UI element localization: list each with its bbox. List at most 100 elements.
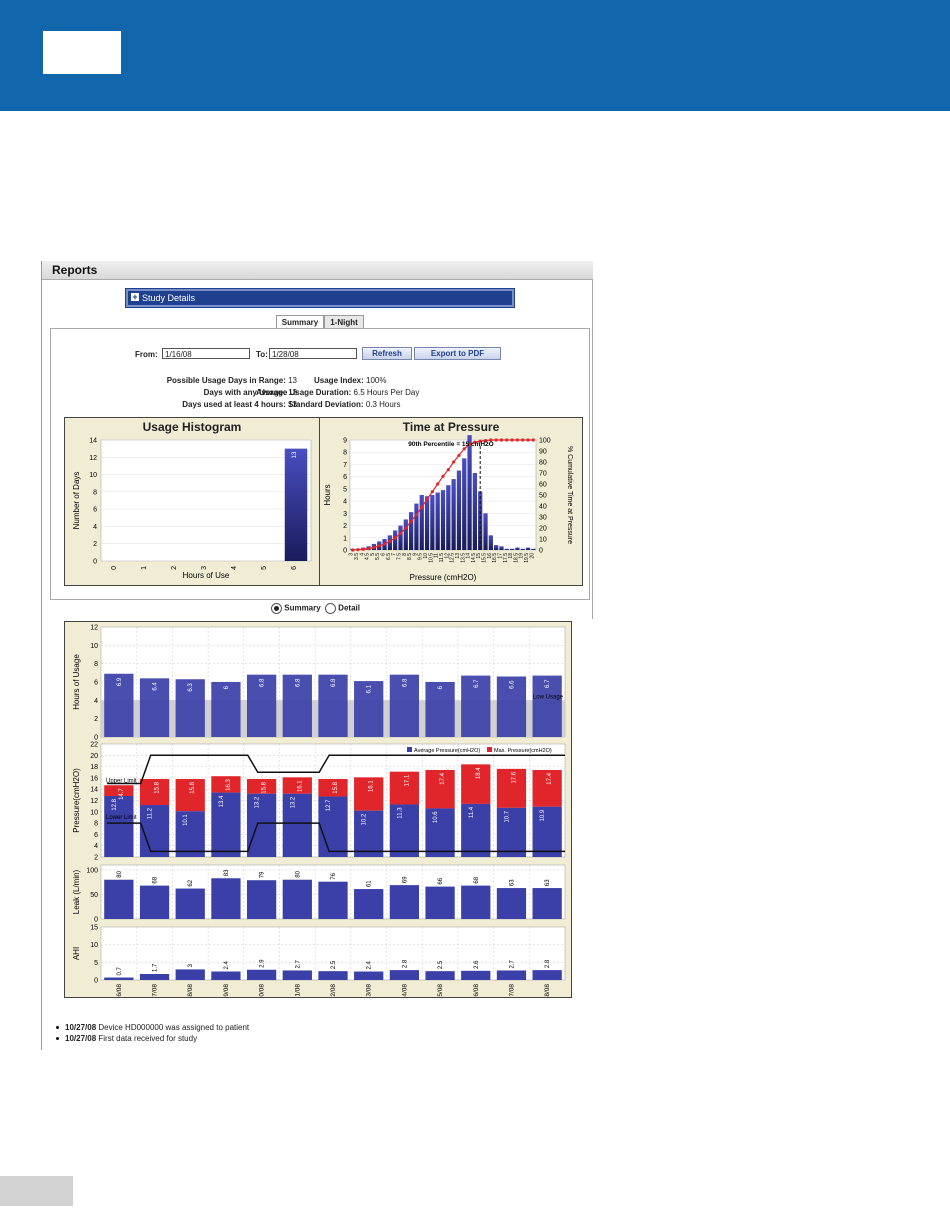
bar-data-label: 68 — [153, 876, 159, 883]
max-data-label: 15.8 — [190, 781, 196, 793]
y-axis-label: AHI — [72, 947, 81, 960]
y2-tick-label: 100 — [539, 438, 551, 445]
bar-data-label: 6.4 — [153, 682, 159, 691]
bar-data-label: 80 — [295, 870, 301, 877]
event-date: 10/27/08 — [65, 1034, 97, 1043]
avg-data-label: 10.1 — [183, 814, 189, 826]
footer-tab — [0, 1176, 73, 1206]
cumulative-point — [505, 438, 509, 442]
to-date-input[interactable]: 1/28/08 — [269, 348, 357, 359]
y-tick-label: 6 — [343, 474, 347, 481]
y2-tick-label: 90 — [539, 449, 547, 456]
cumulative-point — [393, 536, 397, 540]
x-tick-label: 1/23/08 — [366, 984, 373, 997]
cumulative-point — [441, 474, 445, 478]
cumulative-point — [372, 545, 376, 550]
y2-tick-label: 40 — [539, 504, 547, 511]
x-tick-label: 1/17/08 — [152, 984, 159, 997]
y-tick-label: 15 — [90, 925, 98, 932]
y-tick-label: 8 — [94, 821, 98, 828]
y-tick-label: 6 — [93, 507, 97, 514]
bar-data-label: 76 — [331, 872, 337, 879]
right-border — [592, 279, 593, 619]
summary-radio[interactable] — [271, 603, 282, 614]
expand-plus-icon[interactable]: + — [131, 293, 139, 302]
y-axis-label: Number of Days — [72, 472, 81, 530]
avg-pressure-bar — [354, 810, 384, 857]
cumulative-point — [515, 438, 519, 442]
pressure-bar — [408, 512, 414, 550]
bar-data-label: 6.8 — [402, 678, 408, 687]
bar-data-label: 2.8 — [545, 959, 551, 968]
cumulative-point — [409, 519, 413, 523]
y-tick-label: 2 — [94, 716, 98, 723]
cumulative-point — [351, 548, 355, 552]
study-details-bar[interactable]: + Study Details — [125, 288, 515, 308]
y2-tick-label: 30 — [539, 515, 547, 522]
y-tick-label: 2 — [343, 523, 347, 530]
stat-avg-usage: Average Usage Duration: 6.5 Hours Per Da… — [256, 388, 419, 397]
bar-data-label: 62 — [188, 879, 194, 886]
avg-data-label: 10.7 — [504, 810, 510, 822]
y-tick-label: 0 — [94, 735, 98, 742]
bar — [211, 878, 241, 919]
bar-data-label: 2.5 — [438, 960, 444, 969]
max-data-label: 14.7 — [119, 788, 125, 800]
bar-data-label: 6.1 — [367, 684, 373, 693]
cumulative-point — [377, 544, 381, 548]
y-tick-label: 6 — [94, 832, 98, 839]
y-tick-label: 5 — [94, 960, 98, 967]
from-date-input[interactable]: 1/16/08 — [162, 348, 250, 359]
refresh-button[interactable]: Refresh — [362, 347, 412, 360]
pressure-bar — [499, 546, 504, 550]
cumulative-point — [361, 547, 365, 551]
x-axis-label: Hours of Use — [183, 571, 230, 580]
bar-data-label: 2.4 — [367, 961, 373, 970]
stat-possible-days: Possible Usage Days in Range: 13 — [167, 376, 297, 385]
avg-data-label: 11.2 — [148, 807, 154, 819]
pressure-bar — [509, 548, 515, 550]
bar — [389, 885, 420, 919]
cumulative-point — [425, 497, 429, 501]
bar-data-label: 66 — [438, 877, 444, 884]
bar — [175, 888, 205, 919]
bar — [211, 971, 241, 980]
summary-radio-label: Summary — [284, 603, 321, 613]
max-data-label: 16.1 — [297, 780, 303, 792]
y2-tick-label: 20 — [539, 526, 547, 533]
x-tick-label: 2 — [171, 566, 178, 570]
y-tick-label: 2 — [94, 855, 98, 862]
bar — [461, 970, 491, 980]
avg-pressure-bar — [139, 805, 170, 857]
avg-pressure-bar — [532, 806, 562, 857]
bar-data-label: 6.8 — [331, 678, 337, 687]
x-tick-label: 0 — [111, 566, 118, 570]
bar-data-label: 6.6 — [509, 680, 515, 689]
bar — [318, 881, 348, 919]
bar-data-label: 13 — [292, 451, 298, 458]
stat-value: 100% — [366, 376, 387, 385]
avg-data-label: 11.3 — [397, 807, 403, 819]
bar — [318, 971, 348, 980]
cumulative-point — [494, 438, 498, 442]
bar-data-label: 6.9 — [117, 677, 123, 686]
stat-label: Possible Usage Days in Range: — [166, 376, 286, 385]
stat-label: Usage Index: — [314, 376, 364, 385]
pressure-bar — [446, 485, 451, 550]
avg-pressure-bar — [496, 807, 527, 857]
bar-data-label: 6.7 — [474, 679, 480, 688]
cumulative-point — [521, 438, 525, 442]
avg-data-label: 13.2 — [255, 796, 261, 808]
detail-radio[interactable] — [324, 603, 336, 614]
daily-charts-svg: 024681012Hours of Usage 6.96.4 6.3 66.8 6.8 6… — [72, 625, 566, 1006]
export-pdf-button[interactable]: Export to PDF — [414, 347, 501, 360]
y-tick-label: 6 — [94, 680, 98, 687]
y-tick-label: 4 — [343, 499, 347, 506]
cumulative-point — [356, 548, 360, 552]
event-text: First data received for study — [98, 1034, 198, 1043]
plot-area — [100, 439, 312, 562]
x-tick-label: 1/16/08 — [116, 984, 123, 997]
y-tick-label: 9 — [343, 438, 347, 445]
x-tick-label: 1/22/08 — [330, 984, 337, 997]
percentile-annotation: 90th Percentile = 15 cmH2O — [408, 441, 493, 448]
